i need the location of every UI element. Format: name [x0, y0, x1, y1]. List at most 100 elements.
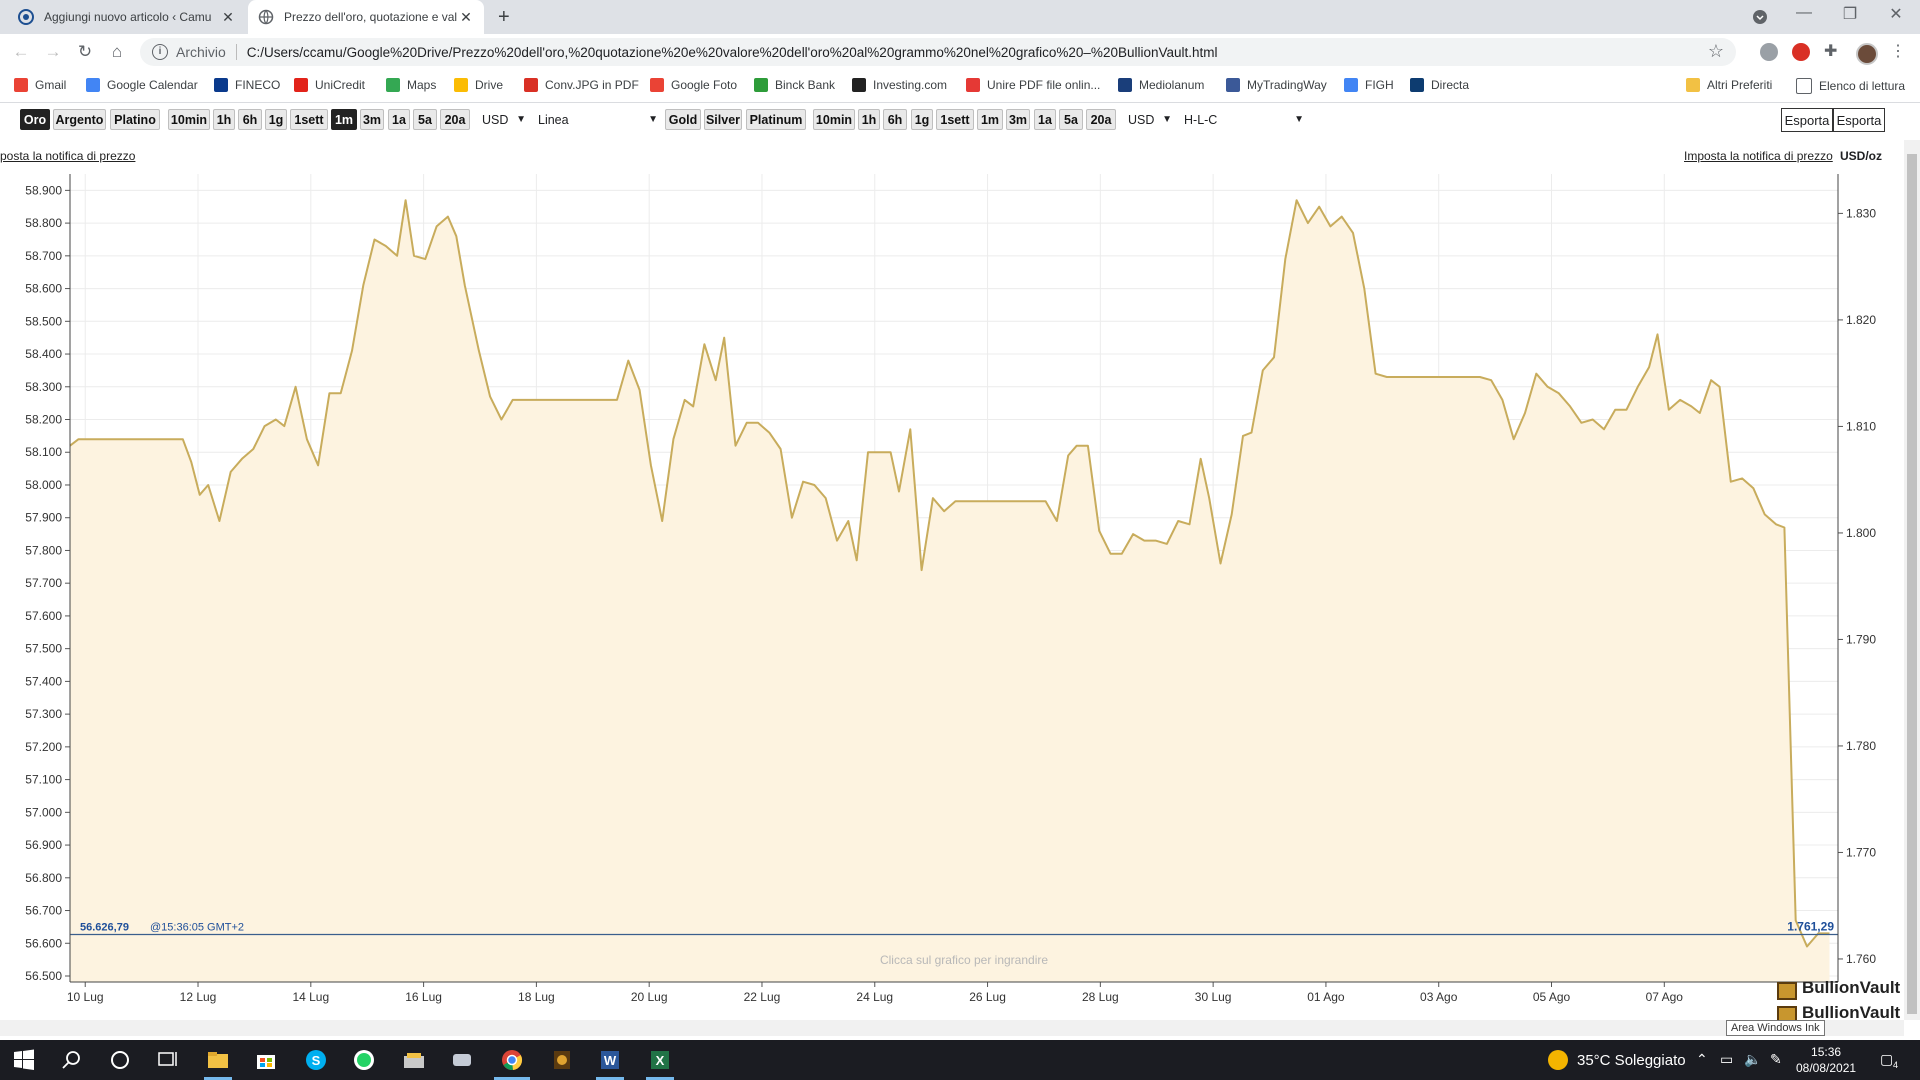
- range-button-10min[interactable]: 10min: [168, 109, 210, 130]
- vertical-scrollbar[interactable]: [1904, 140, 1920, 1020]
- range-button-20a[interactable]: 20a: [1086, 109, 1116, 130]
- range-button-1sett[interactable]: 1sett: [936, 109, 974, 130]
- range-button-3m[interactable]: 3m: [360, 109, 384, 130]
- drive-folder-icon[interactable]: [402, 1048, 426, 1072]
- range-button-20a[interactable]: 20a: [440, 109, 470, 130]
- skype-icon[interactable]: S: [304, 1048, 328, 1072]
- bookmark-item[interactable]: FIGH: [1344, 78, 1394, 92]
- currency-select[interactable]: USD ▼: [1124, 109, 1176, 130]
- bookmark-star-icon[interactable]: ☆: [1708, 41, 1724, 62]
- word-icon[interactable]: W: [598, 1048, 622, 1072]
- volume-icon[interactable]: 🔈: [1744, 1051, 1761, 1068]
- bookmark-item[interactable]: Directa: [1410, 78, 1469, 92]
- excel-icon[interactable]: X: [648, 1048, 672, 1072]
- notifications-icon[interactable]: ▢: [1880, 1051, 1893, 1068]
- metal-button-platinum[interactable]: Platinum: [746, 109, 806, 130]
- metal-button-argento[interactable]: Argento: [53, 109, 106, 130]
- bookmark-item[interactable]: Google Foto: [650, 78, 737, 92]
- extensions-puzzle-icon[interactable]: ✚: [1824, 43, 1842, 61]
- range-button-6h[interactable]: 6h: [238, 109, 262, 130]
- file-explorer-icon[interactable]: [206, 1048, 230, 1072]
- store-icon[interactable]: [254, 1048, 278, 1072]
- tab-camu[interactable]: Aggiungi nuovo articolo ‹ Camu ✕: [8, 0, 246, 34]
- bookmark-item[interactable]: Google Calendar: [86, 78, 198, 92]
- currency-select[interactable]: USD ▼: [478, 109, 530, 130]
- horizontal-scrollbar[interactable]: [0, 1020, 1904, 1036]
- pen-ink-icon[interactable]: ✎: [1770, 1051, 1782, 1068]
- export-button[interactable]: Esporta: [1833, 108, 1885, 132]
- home-icon[interactable]: ⌂: [106, 41, 128, 63]
- metal-button-oro[interactable]: Oro: [20, 109, 50, 130]
- url-text[interactable]: C:/Users/ccamu/Google%20Drive/Prezzo%20d…: [247, 45, 1218, 60]
- forward-icon[interactable]: →: [42, 41, 64, 63]
- weather-widget[interactable]: 35°C Soleggiato: [1548, 1050, 1686, 1070]
- whatsapp-icon[interactable]: [352, 1048, 376, 1072]
- scrollbar-thumb[interactable]: [1907, 154, 1917, 1014]
- chart-style-select[interactable]: H-L-C ▼: [1180, 109, 1308, 130]
- range-button-5a[interactable]: 5a: [1059, 109, 1083, 130]
- address-bar[interactable]: i Archivio C:/Users/ccamu/Google%20Drive…: [140, 38, 1736, 66]
- profile-avatar[interactable]: [1856, 43, 1878, 65]
- gold-price-chart[interactable]: 58.900 58.800 58.700 58.600 58.500 58.400 58.3…: [0, 160, 1900, 1030]
- other-bookmarks[interactable]: Altri Preferiti: [1686, 78, 1772, 92]
- cortana-icon[interactable]: [108, 1048, 132, 1072]
- export-button[interactable]: Esporta: [1781, 108, 1833, 132]
- metal-button-platino[interactable]: Platino: [110, 109, 160, 130]
- system-clock[interactable]: 15:36 08/08/2021: [1796, 1044, 1856, 1076]
- reload-icon[interactable]: ↻: [74, 41, 96, 63]
- range-button-1g[interactable]: 1g: [265, 109, 287, 130]
- chart-style-select[interactable]: Linea ▼: [534, 109, 662, 130]
- search-icon[interactable]: [60, 1048, 84, 1072]
- close-tab-icon[interactable]: ✕: [220, 9, 236, 26]
- game-app-icon[interactable]: [550, 1048, 574, 1072]
- bookmark-item[interactable]: Gmail: [14, 78, 66, 92]
- close-window-icon[interactable]: ✕: [1876, 4, 1916, 24]
- range-button-10min[interactable]: 10min: [813, 109, 855, 130]
- close-tab-icon[interactable]: ✕: [458, 9, 474, 26]
- tab-bullionvault[interactable]: Prezzo dell'oro, quotazione e val ✕: [248, 0, 484, 34]
- bookmark-item[interactable]: Mediolanum: [1118, 78, 1204, 92]
- bookmark-item[interactable]: Unire PDF file onlin...: [966, 78, 1100, 92]
- bookmark-item[interactable]: Investing.com: [852, 78, 947, 92]
- task-view-icon[interactable]: [156, 1048, 180, 1072]
- range-button-1h[interactable]: 1h: [213, 109, 235, 130]
- metal-button-silver[interactable]: Silver: [704, 109, 742, 130]
- minimize-icon[interactable]: —: [1784, 4, 1824, 22]
- skype-extension-icon[interactable]: [1760, 43, 1778, 61]
- range-button-1sett[interactable]: 1sett: [290, 109, 328, 130]
- bookmark-item[interactable]: FINECO: [214, 78, 280, 92]
- x-tick-label: 26 Lug: [969, 990, 1006, 1004]
- bookmark-item[interactable]: Maps: [386, 78, 436, 92]
- range-button-1m[interactable]: 1m: [977, 109, 1003, 130]
- range-button-1a[interactable]: 1a: [1034, 109, 1056, 130]
- bookmark-item[interactable]: UniCredit: [294, 78, 365, 92]
- y-tick-label-right: 1.790: [1846, 632, 1876, 646]
- range-button-1h[interactable]: 1h: [858, 109, 880, 130]
- back-icon[interactable]: ←: [10, 41, 32, 63]
- bookmark-item[interactable]: Binck Bank: [754, 78, 835, 92]
- range-button-1g[interactable]: 1g: [911, 109, 933, 130]
- info-icon[interactable]: i: [152, 44, 168, 60]
- network-app-icon[interactable]: [450, 1048, 474, 1072]
- x-tick-label: 12 Lug: [180, 990, 217, 1004]
- windows-start-icon[interactable]: [12, 1048, 36, 1072]
- range-button-6h[interactable]: 6h: [883, 109, 907, 130]
- network-icon[interactable]: ▭: [1720, 1051, 1733, 1068]
- range-button-1m[interactable]: 1m: [331, 109, 357, 130]
- restore-icon[interactable]: ❐: [1830, 4, 1870, 24]
- bookmark-item[interactable]: Drive: [454, 78, 503, 92]
- chevron-down-icon: ▼: [648, 114, 658, 125]
- metal-button-gold[interactable]: Gold: [665, 109, 701, 130]
- chrome-icon[interactable]: [500, 1048, 524, 1072]
- menu-dots-icon[interactable]: ⋮: [1890, 43, 1908, 61]
- adblock-extension-icon[interactable]: [1792, 43, 1810, 61]
- range-button-3m[interactable]: 3m: [1006, 109, 1030, 130]
- new-tab-icon[interactable]: +: [498, 6, 510, 29]
- chevron-up-icon[interactable]: ⌃: [1696, 1051, 1708, 1068]
- bookmark-item[interactable]: MyTradingWay: [1226, 78, 1327, 92]
- range-button-1a[interactable]: 1a: [388, 109, 410, 130]
- reading-list[interactable]: Elenco di lettura: [1796, 78, 1905, 94]
- tab-search-icon[interactable]: [1752, 9, 1768, 25]
- range-button-5a[interactable]: 5a: [413, 109, 437, 130]
- bookmark-item[interactable]: Conv.JPG in PDF: [524, 78, 639, 92]
